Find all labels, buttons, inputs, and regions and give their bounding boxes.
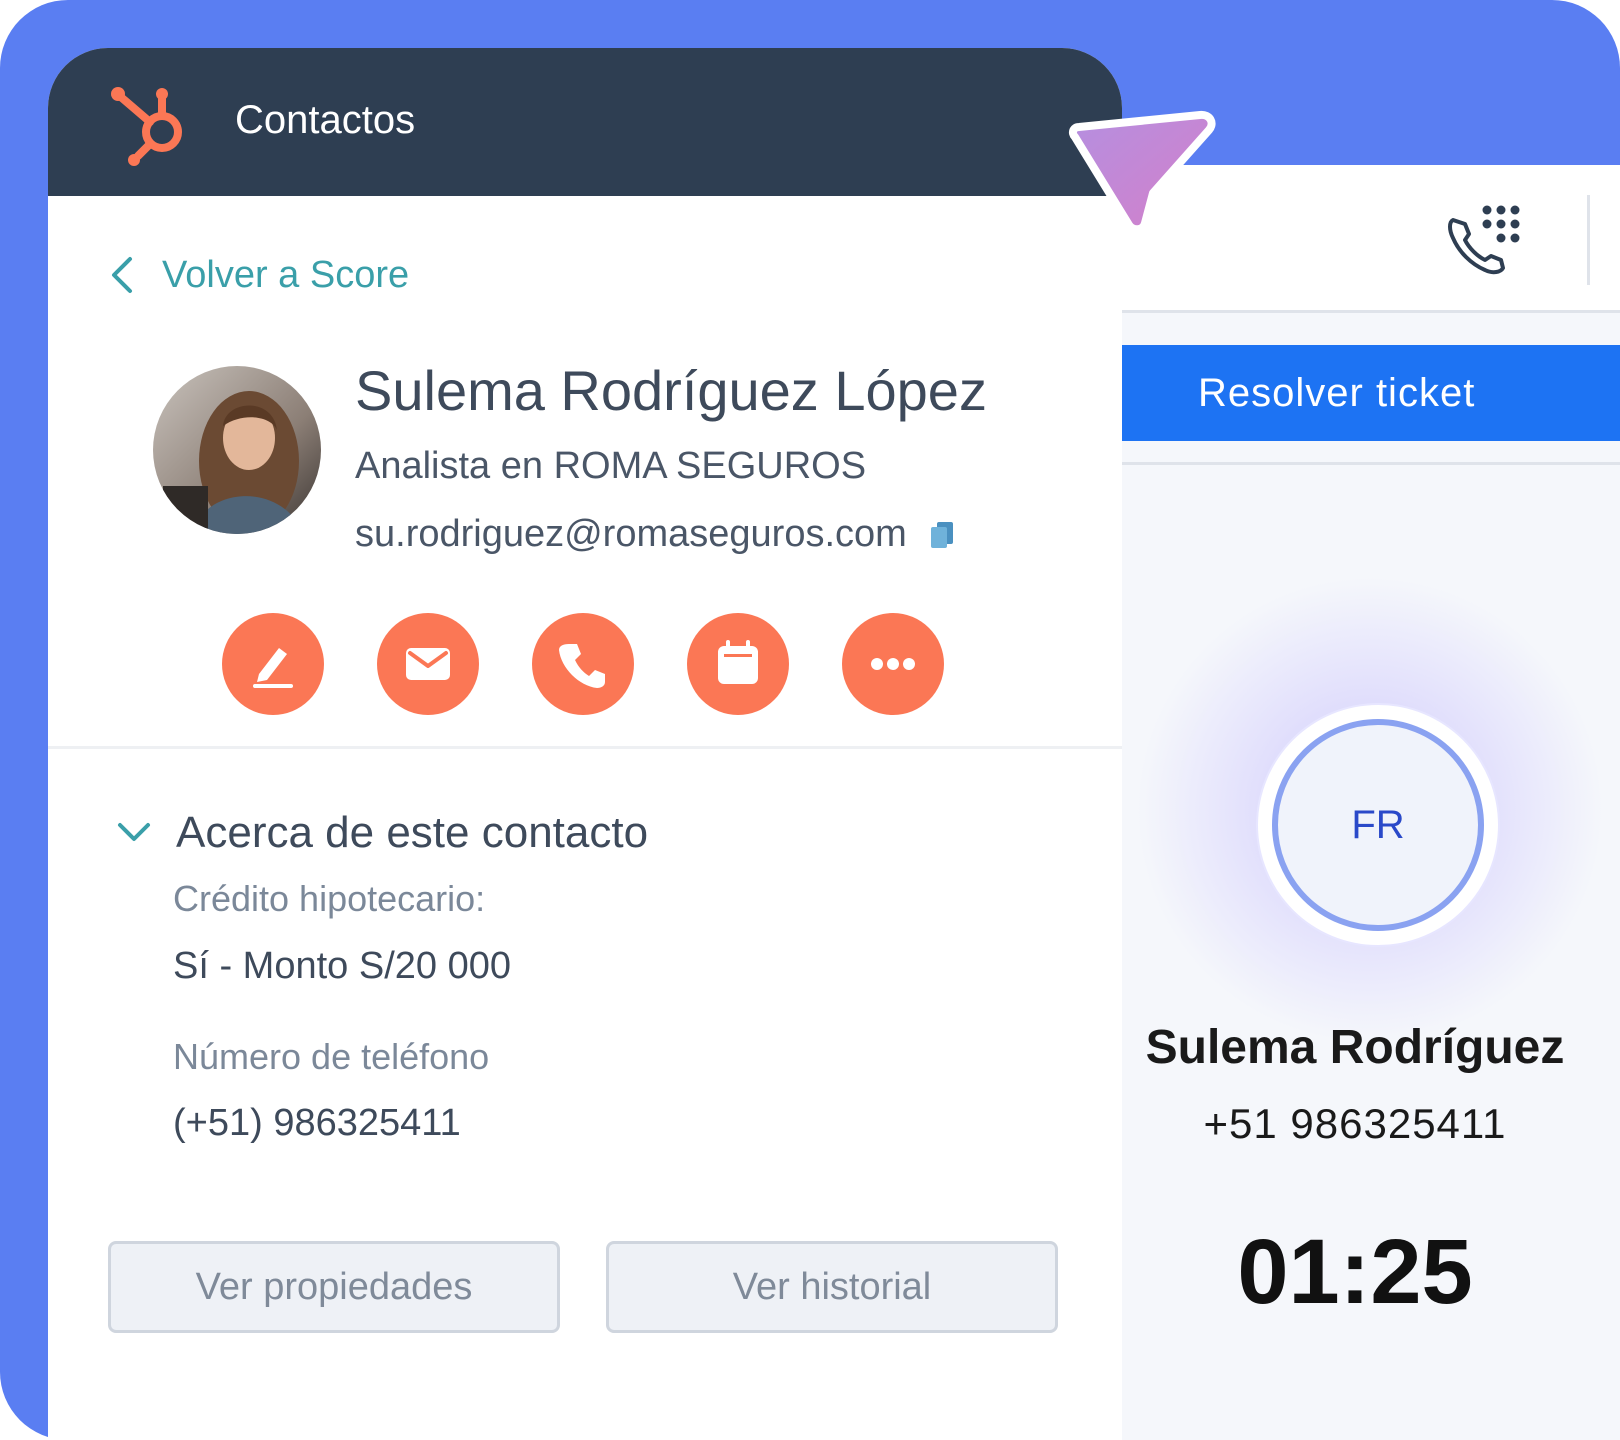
contact-name: Sulema Rodríguez López: [355, 359, 987, 422]
chevron-left-icon: [112, 257, 132, 293]
property-label-mortgage: Crédito hipotecario:: [173, 878, 486, 919]
header-title: Contactos: [235, 98, 416, 142]
resolve-ticket-button[interactable]: Resolver ticket: [1090, 345, 1620, 441]
section-divider: [48, 746, 1122, 749]
more-button[interactable]: [842, 613, 944, 715]
toolbar-divider: [1587, 195, 1590, 285]
view-history-button[interactable]: Ver historial: [606, 1241, 1058, 1333]
call-timer: 01:25: [1237, 1221, 1473, 1323]
back-link-label: Volver a Score: [162, 253, 410, 296]
note-button[interactable]: [222, 613, 324, 715]
property-value-phone[interactable]: (+51) 986325411: [173, 1102, 461, 1145]
caller-name: Sulema Rodríguez: [1145, 1021, 1565, 1074]
contact-avatar: [153, 366, 321, 534]
dialpad-phone-icon[interactable]: [1445, 200, 1525, 280]
about-section-toggle[interactable]: Acerca de este contacto: [116, 808, 648, 858]
phone-icon: [559, 644, 605, 688]
caller-phone: +51 986325411: [1203, 1100, 1507, 1147]
chevron-down-icon: [118, 823, 150, 841]
contact-card: Contactos Volver a Score Sulema Rodrígue…: [48, 48, 1122, 1440]
envelope-icon: [406, 648, 450, 680]
contact-email-text[interactable]: su.rodriguez@romaseguros.com: [355, 513, 907, 556]
calendar-icon: [718, 640, 758, 684]
pencil-icon: [253, 648, 293, 688]
email-button[interactable]: [377, 613, 479, 715]
back-link[interactable]: Volver a Score: [106, 253, 409, 297]
cursor-pointer-icon: [1068, 110, 1216, 234]
property-label-phone: Número de teléfono: [173, 1036, 490, 1077]
call-button[interactable]: [532, 613, 634, 715]
stage: Resolver ticket FR Sulema Rodríguez +51 …: [0, 0, 1620, 1440]
contact-role: Analista en ROMA SEGUROS: [355, 445, 867, 487]
caller-avatar-initials: FR: [1272, 719, 1484, 931]
copy-icon[interactable]: [929, 520, 955, 550]
call-panel: Resolver ticket FR Sulema Rodríguez +51 …: [1090, 165, 1620, 1440]
contact-email: su.rodriguez@romaseguros.com: [355, 513, 955, 556]
contact-actions: [222, 613, 944, 715]
call-divider: [1090, 462, 1620, 465]
about-section-title: Acerca de este contacto: [176, 808, 649, 857]
hubspot-logo-icon: [111, 87, 182, 166]
more-icon: [871, 658, 915, 670]
meeting-button[interactable]: [687, 613, 789, 715]
property-value-mortgage: Sí - Monto S/20 000: [173, 945, 511, 987]
view-properties-button[interactable]: Ver propiedades: [108, 1241, 560, 1333]
card-header: Contactos: [48, 48, 1122, 196]
